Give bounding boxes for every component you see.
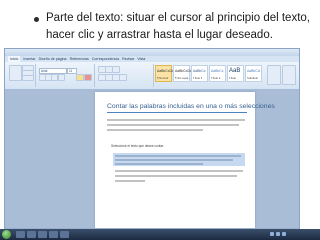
paste-icon[interactable] [9,65,22,81]
style-subtitle-name: Subtítulo [247,76,259,80]
font-size-select[interactable]: 11 [67,68,77,74]
style-normal-sample: AaBbCcDc [157,69,174,73]
multilevel-list-icon[interactable] [112,66,120,73]
font-name-value: Arial [41,69,48,73]
font-color-icon[interactable] [84,74,92,81]
style-title-sample: AaB [229,68,241,74]
taskbar [0,229,320,240]
paragraph-line [107,124,239,126]
document-bullet: Seleccione el texto que desee contar. [111,144,164,148]
style-no-spacing-name: ¶ Sin espa... [175,76,191,80]
tray-icon[interactable] [276,232,280,236]
style-title-name: Título [229,76,236,80]
start-button-icon[interactable] [2,230,11,239]
taskbar-app-icon[interactable] [49,231,58,238]
document-heading: Contar las palabras incluidas en una o m… [107,103,275,110]
taskbar-app-icon[interactable] [60,231,69,238]
heading-rule [107,112,247,113]
paragraph-line [107,129,203,131]
window-titlebar[interactable] [5,49,299,56]
selected-line [115,163,203,165]
slide: Parte del texto: situar el cursor al pri… [0,0,320,240]
strikethrough-icon[interactable] [58,74,65,81]
clipboard-group [7,64,36,87]
style-subtitle-sample: AaBbCcl [247,69,261,73]
font-size-value: 11 [69,69,73,73]
styles-gallery: AaBbCcDc ¶ Normal AaBbCcDc ¶ Sin espa...… [155,65,262,82]
paragraph-line [115,170,243,172]
highlight-icon[interactable] [76,74,84,81]
change-styles-icon[interactable] [267,65,281,85]
word-window-screenshot: Inicio Insertar Diseño de página Referen… [4,48,300,238]
ribbon: Arial 11 AaBbCcDc ¶ Normal AaBbCcDc ¶ Si… [5,62,299,90]
underline-icon[interactable] [51,74,58,81]
document-workspace: Contar las palabras incluidas en una o m… [5,90,299,233]
style-heading-2[interactable]: AaBbCc Título 2 [209,65,226,82]
justify-icon[interactable] [119,74,127,81]
style-no-spacing[interactable]: AaBbCcDc ¶ Sin espa... [173,65,192,82]
paragraph-group [95,64,154,87]
find-icon[interactable] [282,65,296,85]
taskbar-app-icon[interactable] [38,231,47,238]
selected-line [115,159,233,161]
tray-icon[interactable] [270,232,274,236]
style-heading-1-sample: AaBbCc [193,69,206,73]
style-heading-2-name: Título 2 [211,76,221,80]
bullet-dot [34,17,39,22]
taskbar-app-icon[interactable] [27,231,36,238]
style-heading-2-sample: AaBbCc [211,69,224,73]
style-normal-name: ¶ Normal [157,76,169,80]
style-subtitle[interactable]: AaBbCcl Subtítulo [245,65,262,82]
style-no-spacing-sample: AaBbCcDc [175,69,192,73]
style-heading-1-name: Título 1 [193,76,203,80]
document-page[interactable]: Contar las palabras incluidas en una o m… [95,92,275,233]
tray-icon[interactable] [282,232,286,236]
style-normal[interactable]: AaBbCcDc ¶ Normal [155,65,174,82]
style-title[interactable]: AaB Título [227,65,244,82]
font-group: Arial 11 [36,64,95,87]
format-painter-icon[interactable] [22,75,34,81]
style-heading-1[interactable]: AaBbCc Título 1 [191,65,208,82]
taskbar-app-icon[interactable] [16,231,25,238]
selected-line [115,155,241,157]
paragraph-line [107,119,245,121]
paragraph-line [115,180,145,182]
bullet-text: Parte del texto: situar el cursor al pri… [46,12,310,41]
paragraph-line [115,175,237,177]
